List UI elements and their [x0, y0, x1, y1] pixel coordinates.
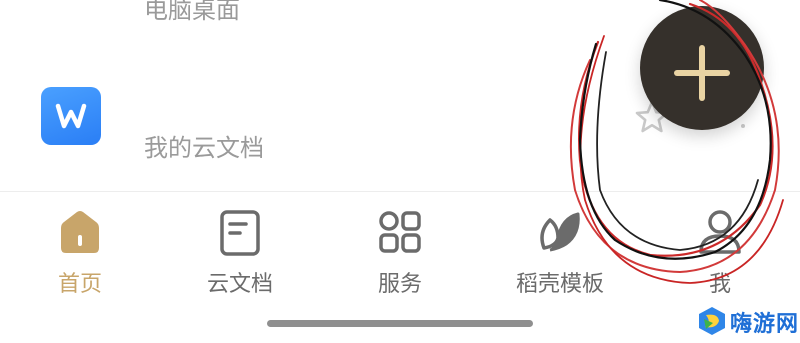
- wps-home-screen: 电脑桌面 我的云文档 首页 云文档 服务 稻壳模板 我 嗨游网: [0, 0, 800, 343]
- list-item-my-cloud-docs[interactable]: 我的云文档: [144, 128, 264, 163]
- create-new-button[interactable]: [640, 6, 764, 130]
- tab-label: 稻壳模板: [515, 272, 604, 297]
- list-item-desktop[interactable]: 电脑桌面: [144, 0, 240, 25]
- bottom-tab-bar: 首页 云文档 服务 稻壳模板 我: [0, 192, 800, 302]
- tab-label: 首页: [57, 272, 102, 297]
- watermark-logo-icon: [699, 307, 725, 335]
- tab-label: 服务: [377, 272, 422, 297]
- tab-me[interactable]: 我: [640, 192, 800, 302]
- tab-services[interactable]: 服务: [320, 192, 480, 302]
- list-item-label: 电脑桌面: [144, 0, 240, 24]
- list-item-label: 我的云文档: [144, 134, 264, 162]
- plus-icon: [674, 45, 730, 101]
- tab-cloud-docs[interactable]: 云文档: [160, 192, 320, 302]
- tab-home[interactable]: 首页: [0, 192, 160, 302]
- watermark-text: 嗨游网: [730, 312, 800, 337]
- wps-doc-icon[interactable]: [41, 87, 101, 145]
- tab-docer-templates[interactable]: 稻壳模板: [480, 192, 640, 302]
- tab-label: 云文档: [206, 272, 273, 297]
- person-icon: [696, 208, 744, 256]
- home-icon: [56, 208, 104, 256]
- grid-icon: [376, 208, 424, 256]
- site-watermark: 嗨游网: [696, 302, 800, 340]
- tab-label: 我: [708, 272, 731, 297]
- home-indicator[interactable]: [267, 320, 533, 327]
- leaf-icon: [536, 208, 584, 256]
- cloud-doc-icon: [216, 208, 264, 256]
